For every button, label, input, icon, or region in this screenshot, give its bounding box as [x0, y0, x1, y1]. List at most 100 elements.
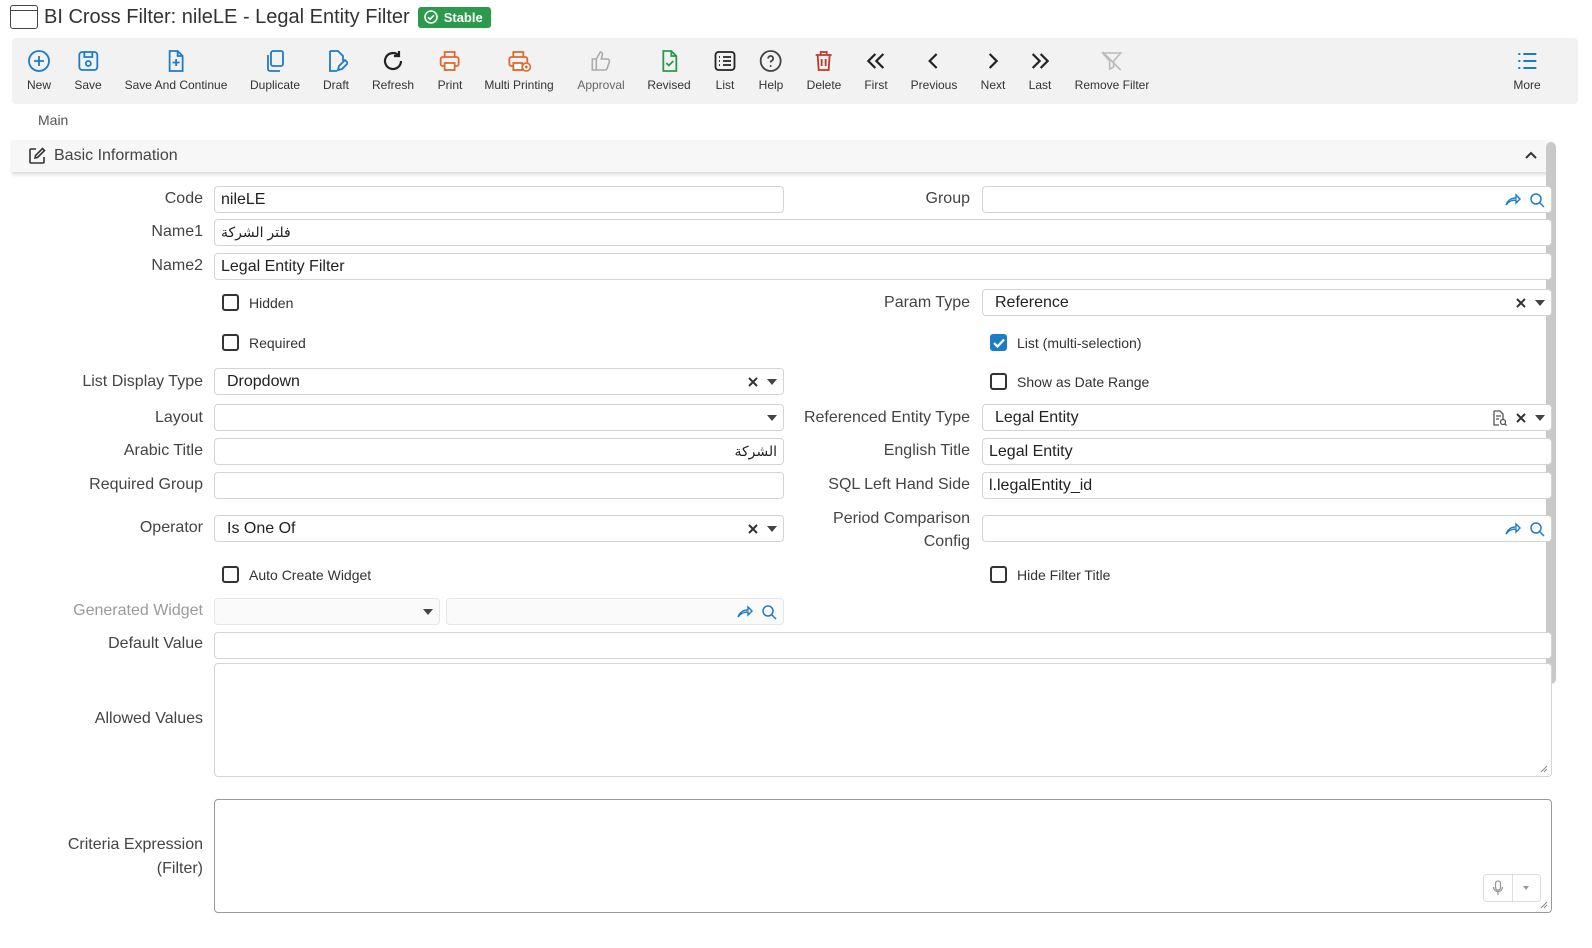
caret-down-icon[interactable]	[767, 414, 777, 421]
required-group-field[interactable]	[214, 472, 784, 499]
save-and-continue-button[interactable]: Save And Continue	[125, 44, 227, 92]
param-type-select[interactable]: Reference	[982, 289, 1552, 316]
last-button[interactable]: Last	[1028, 44, 1052, 92]
delete-button[interactable]: Delete	[806, 44, 842, 92]
list-multi-selection-checkbox[interactable]: List (multi-selection)	[990, 334, 1141, 351]
referenced-entity-type-label: Referenced Entity Type	[803, 409, 970, 426]
open-link-icon[interactable]	[1505, 192, 1521, 207]
file-check-icon	[662, 50, 677, 72]
first-button[interactable]: First	[864, 44, 888, 92]
layout-select[interactable]	[214, 404, 784, 431]
save-icon	[78, 51, 98, 71]
allowed-values-textarea[interactable]	[214, 663, 1552, 777]
draft-button[interactable]: Draft	[323, 44, 349, 92]
auto-create-widget-checkbox[interactable]: Auto Create Widget	[222, 566, 371, 583]
remove-filter-button[interactable]: Remove Filter	[1074, 44, 1150, 92]
show-as-date-range-checkbox[interactable]: Show as Date Range	[990, 373, 1149, 390]
chevron-up-icon[interactable]	[1524, 148, 1538, 162]
hidden-checkbox-box[interactable]	[222, 294, 239, 311]
previous-button[interactable]: Previous	[911, 44, 957, 92]
search-icon[interactable]	[1529, 521, 1545, 537]
print-button[interactable]: Print	[438, 44, 462, 92]
required-group-label: Required Group	[89, 476, 203, 493]
help-button[interactable]: Help	[759, 44, 783, 92]
list-button[interactable]: List	[713, 44, 737, 92]
group-field[interactable]	[982, 186, 1552, 213]
hide-filter-title-checkbox[interactable]: Hide Filter Title	[990, 566, 1110, 583]
delete-label: Delete	[806, 78, 842, 92]
english-title-field[interactable]: Legal Entity	[982, 438, 1552, 465]
document-search-icon[interactable]	[1491, 409, 1507, 426]
new-label: New	[26, 78, 52, 92]
page-title: BI Cross Filter: nileLE - Legal Entity F…	[44, 5, 410, 28]
revised-button[interactable]: Revised	[647, 44, 691, 92]
name2-field[interactable]: Legal Entity Filter	[214, 253, 1552, 280]
search-icon[interactable]	[761, 604, 777, 620]
list-display-type-select[interactable]: Dropdown	[214, 368, 784, 395]
name1-label: Name1	[151, 223, 203, 240]
section-basic-information[interactable]: Basic Information	[12, 140, 1552, 173]
generated-widget-field[interactable]	[446, 598, 784, 625]
period-comparison-config-field[interactable]	[982, 515, 1552, 542]
resize-handle-icon[interactable]	[1540, 901, 1548, 909]
default-value-field[interactable]	[214, 632, 1552, 659]
more-button[interactable]: More	[1513, 44, 1541, 92]
code-field[interactable]: nileLE	[214, 186, 784, 213]
open-link-icon[interactable]	[1505, 521, 1521, 536]
criteria-expression-textarea[interactable]	[214, 799, 1552, 913]
microphone-button[interactable]	[1484, 875, 1512, 901]
caret-down-icon[interactable]	[423, 608, 433, 615]
trash-icon	[816, 51, 832, 71]
caret-down-icon[interactable]	[1535, 414, 1545, 421]
search-icon[interactable]	[1529, 192, 1545, 208]
voice-options-dropdown[interactable]	[1511, 875, 1541, 901]
caret-down-icon[interactable]	[767, 525, 777, 532]
save-button[interactable]: Save	[74, 44, 102, 92]
open-link-icon[interactable]	[737, 604, 753, 619]
required-checkbox-box[interactable]	[222, 334, 239, 351]
multi-printing-button[interactable]: Multi Printing	[484, 44, 554, 92]
auto-create-widget-label: Auto Create Widget	[249, 566, 372, 583]
resize-handle-icon[interactable]	[1540, 765, 1548, 773]
tab-main[interactable]: Main	[38, 112, 68, 128]
microphone-icon	[1492, 880, 1503, 895]
clear-icon[interactable]	[747, 376, 759, 388]
duplicate-button[interactable]: Duplicate	[250, 44, 300, 92]
new-button[interactable]: New	[27, 44, 51, 92]
operator-select[interactable]: Is One Of	[214, 515, 784, 542]
chevron-right-icon	[989, 53, 999, 69]
name1-field[interactable]: فلتر الشركة	[214, 219, 1552, 246]
clear-icon[interactable]	[1515, 297, 1527, 309]
approval-button[interactable]: Approval	[577, 44, 625, 92]
hide-filter-title-label: Hide Filter Title	[1017, 566, 1111, 583]
referenced-entity-type-select[interactable]: Legal Entity	[982, 404, 1552, 431]
hidden-checkbox[interactable]: Hidden	[222, 294, 293, 311]
sql-left-hand-side-field[interactable]: l.legalEntity_id	[982, 472, 1552, 499]
caret-down-icon[interactable]	[767, 378, 777, 385]
sql-left-hand-side-label: SQL Left Hand Side	[828, 476, 970, 493]
code-label: Code	[164, 190, 203, 207]
clear-icon[interactable]	[747, 523, 759, 535]
auto-create-widget-checkbox-box[interactable]	[222, 566, 239, 583]
last-label: Last	[1028, 78, 1052, 92]
generated-widget-type-select[interactable]	[214, 598, 440, 625]
more-list-icon	[1518, 53, 1536, 69]
help-circle-icon	[760, 50, 782, 72]
required-checkbox[interactable]: Required	[222, 334, 306, 351]
period-comparison-label-line1: Period Comparison	[833, 510, 970, 527]
caret-down-icon[interactable]	[1535, 299, 1545, 306]
generated-widget-label: Generated Widget	[73, 602, 203, 619]
show-as-date-range-checkbox-box[interactable]	[990, 373, 1007, 390]
voice-input-control[interactable]	[1483, 874, 1541, 902]
hide-filter-title-checkbox-box[interactable]	[990, 566, 1007, 583]
draft-edit-icon	[329, 50, 348, 72]
period-comparison-config-label: Period Comparison Config	[833, 507, 970, 553]
draft-label: Draft	[322, 78, 350, 92]
clear-icon[interactable]	[1515, 412, 1527, 424]
refresh-button[interactable]: Refresh	[372, 44, 414, 92]
duplicate-label: Duplicate	[249, 78, 301, 92]
arabic-title-field[interactable]: الشركة	[214, 438, 784, 465]
list-multi-selection-checkbox-box[interactable]	[990, 334, 1007, 351]
next-button[interactable]: Next	[981, 44, 1005, 92]
remove-filter-label: Remove Filter	[1074, 78, 1150, 92]
